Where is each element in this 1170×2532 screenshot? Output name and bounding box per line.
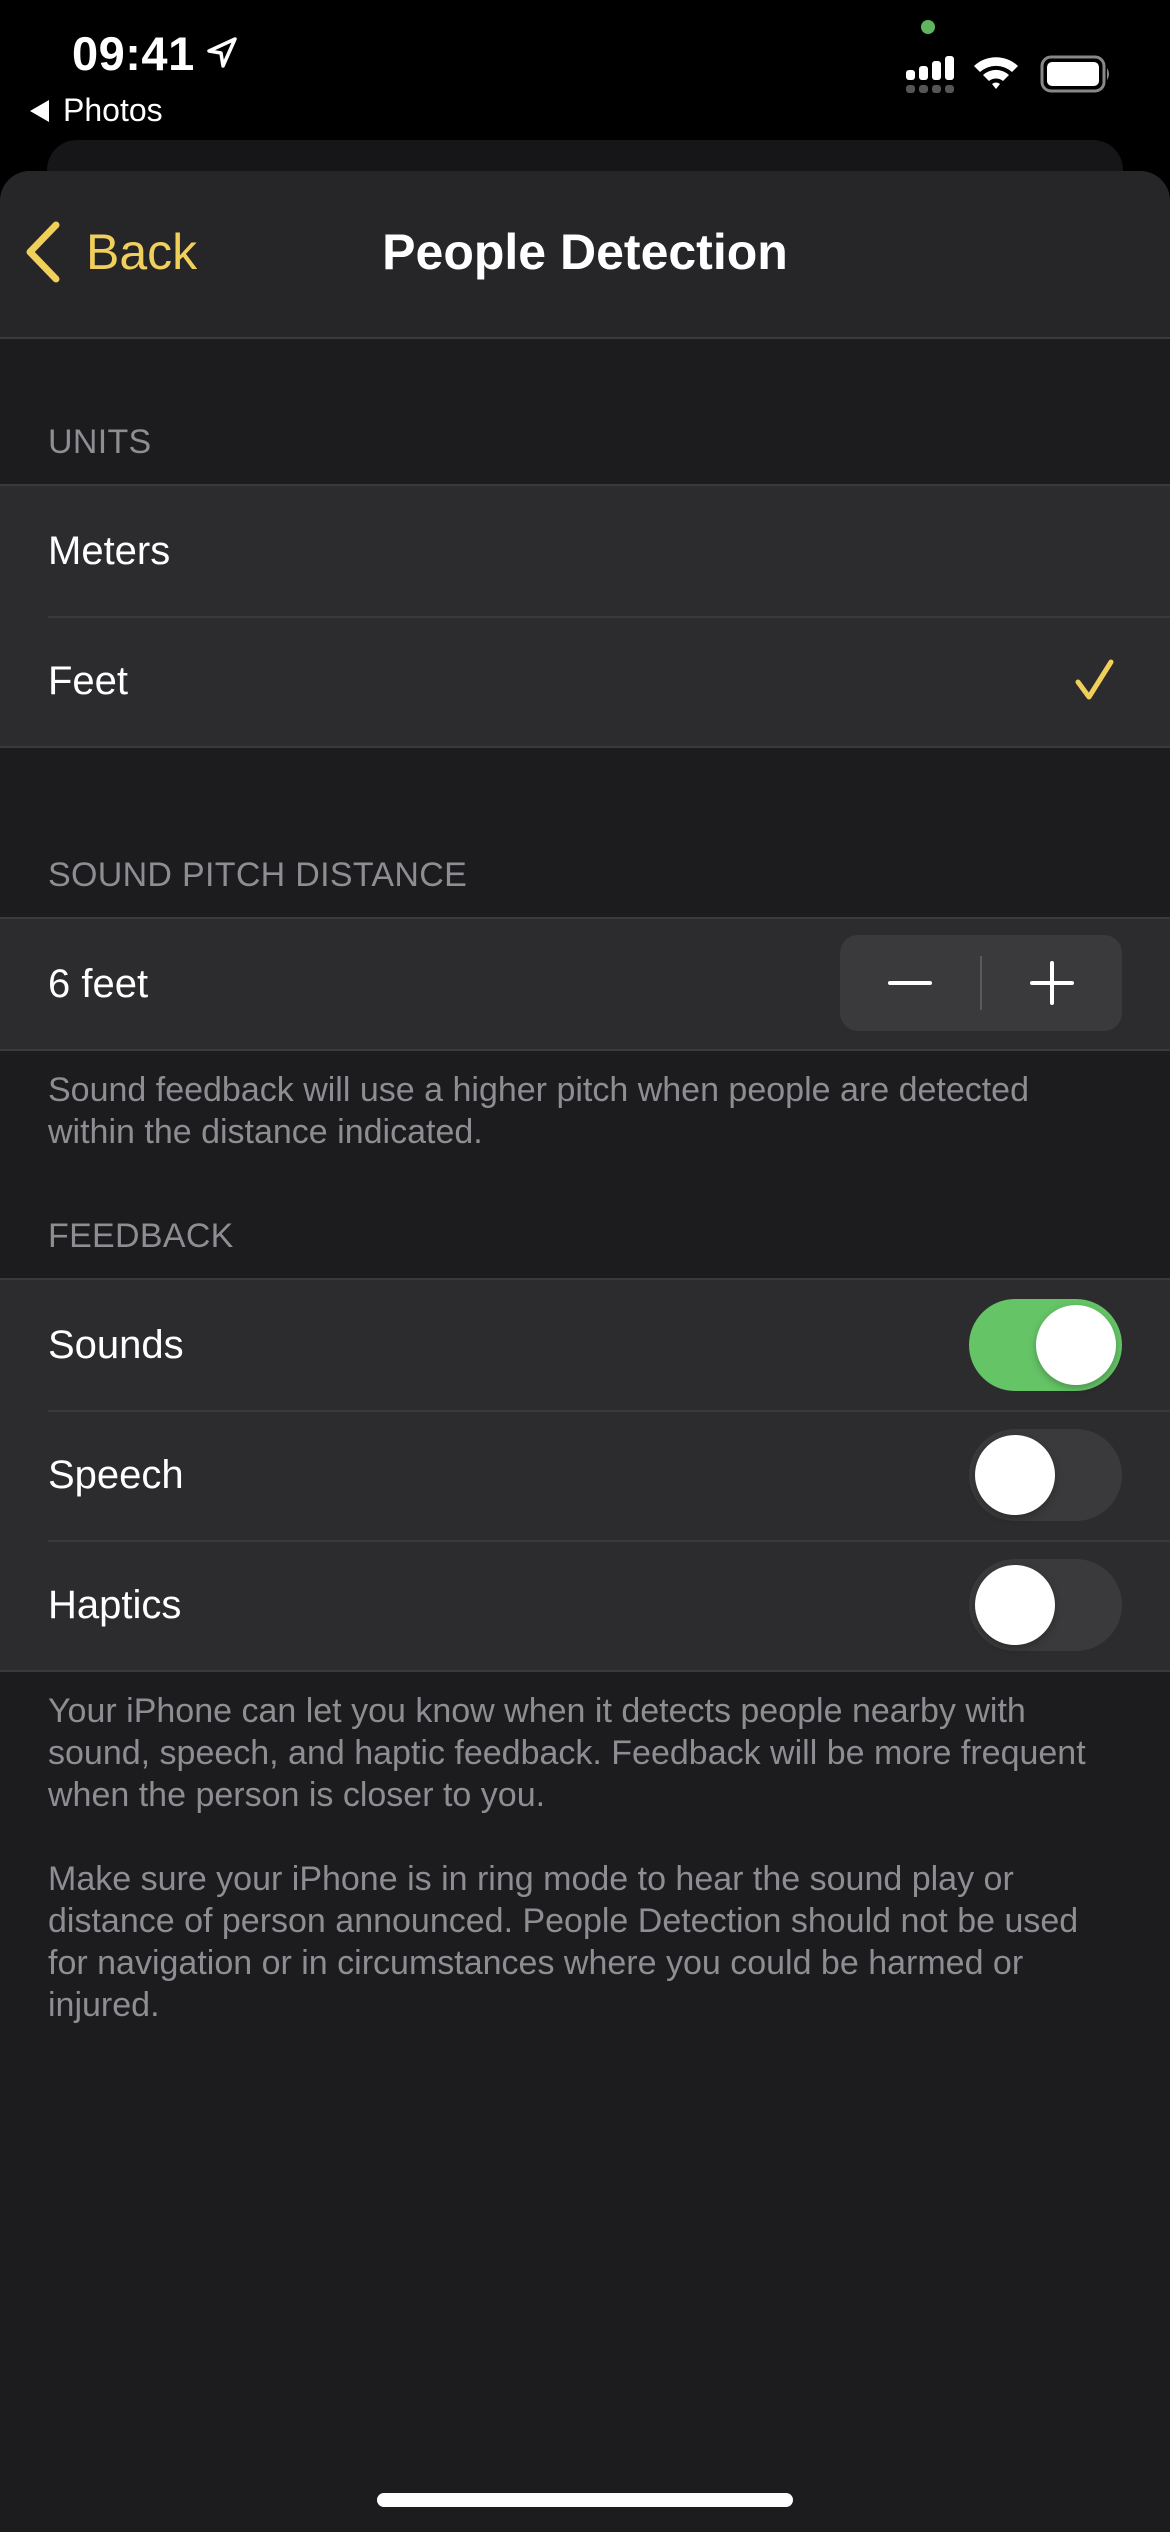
settings-sheet: Back People Detection UNITS Meters Feet …	[0, 171, 1170, 2532]
feedback-row-sounds: Sounds	[0, 1280, 1170, 1410]
feedback-footer-2: Make sure your iPhone is in ring mode to…	[48, 1860, 1079, 2024]
status-time: 09:41	[72, 27, 195, 80]
units-group: Meters Feet	[0, 484, 1170, 748]
feedback-group: Sounds Speech Haptics	[0, 1278, 1170, 1672]
checkmark-icon	[1075, 659, 1114, 700]
feedback-row-speech: Speech	[0, 1410, 1170, 1540]
increment-button[interactable]	[982, 935, 1122, 1031]
unit-option-meters[interactable]: Meters	[0, 486, 1170, 616]
camera-in-use-indicator	[921, 20, 935, 34]
decrement-button[interactable]	[840, 935, 980, 1031]
unit-option-label: Feet	[48, 658, 129, 703]
feedback-label: Speech	[48, 1452, 184, 1497]
status-bar: 09:41 Photos	[0, 0, 1170, 150]
distance-row: 6 feet	[0, 919, 1170, 1049]
back-app-label: Photos	[63, 92, 163, 128]
cellular-signal-icon	[906, 56, 954, 93]
back-triangle-icon	[30, 99, 49, 122]
location-arrow-icon	[207, 37, 237, 68]
sound-pitch-distance-group: 6 feet	[0, 917, 1170, 1051]
feedback-row-haptics: Haptics	[0, 1540, 1170, 1670]
feedback-footer-1: Your iPhone can let you know when it det…	[48, 1692, 1086, 1814]
feedback-label: Haptics	[48, 1582, 182, 1627]
distance-value: 6 feet	[48, 961, 149, 1006]
toggle-knob	[975, 1565, 1055, 1645]
haptics-toggle[interactable]	[969, 1559, 1122, 1651]
speech-toggle[interactable]	[969, 1429, 1122, 1521]
back-to-app-link[interactable]: Photos	[30, 92, 163, 129]
sound-pitch-distance-header: SOUND PITCH DISTANCE	[48, 856, 468, 894]
wifi-icon	[974, 57, 1018, 89]
battery-icon	[1040, 55, 1109, 93]
toggle-knob	[1036, 1305, 1116, 1385]
navigation-bar: Back People Detection	[0, 171, 1170, 339]
unit-option-label: Meters	[48, 528, 171, 573]
toggle-knob	[975, 1435, 1055, 1515]
minus-icon	[888, 981, 932, 985]
sounds-toggle[interactable]	[969, 1299, 1122, 1391]
distance-stepper[interactable]	[840, 935, 1122, 1031]
page-title: People Detection	[382, 224, 788, 280]
unit-option-feet[interactable]: Feet	[0, 616, 1170, 746]
distance-footer: Sound feedback will use a higher pitch w…	[48, 1071, 1030, 1151]
home-indicator[interactable]	[377, 2493, 793, 2507]
units-header: UNITS	[48, 423, 152, 461]
feedback-label: Sounds	[48, 1322, 184, 1367]
plus-icon	[1030, 961, 1074, 1005]
feedback-header: FEEDBACK	[48, 1217, 234, 1255]
